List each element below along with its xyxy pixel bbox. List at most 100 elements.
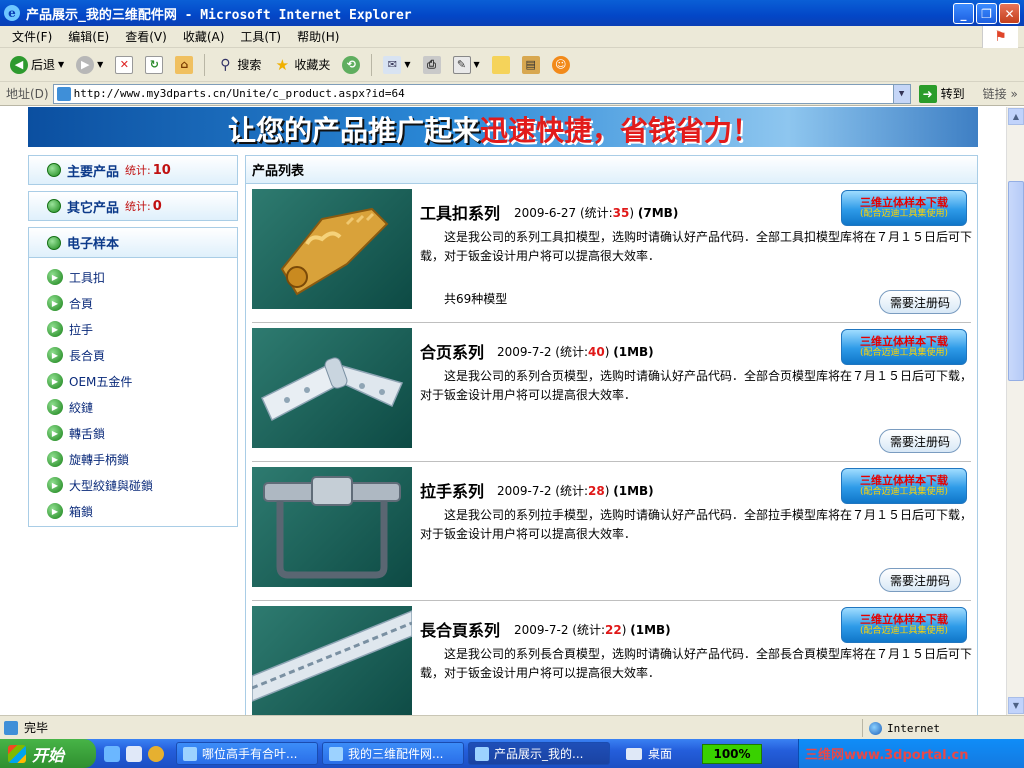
download-3d-sample-button[interactable]: 三维立体样本下载 (配合迈迪工具集使用) bbox=[841, 607, 967, 643]
close-button[interactable]: ✕ bbox=[999, 3, 1020, 24]
product-image-handle[interactable] bbox=[252, 467, 412, 587]
stop-button[interactable]: ✕ bbox=[111, 54, 137, 76]
stat-value: 0 bbox=[152, 198, 162, 214]
sample-item[interactable]: ▶ 箱鎖 bbox=[29, 498, 237, 524]
promo-banner: 让您的产品推广起来迅速快捷，省钱省力！ bbox=[28, 107, 978, 147]
product-date: 2009-7-2 bbox=[497, 484, 552, 498]
download-3d-sample-button[interactable]: 三维立体样本下载 (配合迈迪工具集使用) bbox=[841, 190, 967, 226]
sample-item[interactable]: ▶ 旋轉手柄鎖 bbox=[29, 446, 237, 472]
zoom-indicator[interactable]: 100% bbox=[702, 743, 763, 764]
product-meta: 2009-7-2 (统计:28) (1MB) bbox=[497, 482, 654, 499]
product-name[interactable]: 合页系列 bbox=[420, 339, 484, 363]
e-samples-header[interactable]: 电子样本 bbox=[29, 228, 237, 258]
scroll-up-icon[interactable]: ▲ bbox=[1008, 108, 1024, 125]
sample-item[interactable]: ▶ OEM五金件 bbox=[29, 368, 237, 394]
taskbar-item[interactable]: 我的三维配件网... bbox=[322, 742, 464, 765]
printer-icon: ⎙ bbox=[422, 55, 441, 74]
menu-tools[interactable]: 工具(T) bbox=[232, 28, 289, 45]
desktop-toolbar[interactable]: 桌面 bbox=[626, 745, 672, 762]
sample-item[interactable]: ▶ 拉手 bbox=[29, 316, 237, 342]
sample-item[interactable]: ▶ 合頁 bbox=[29, 290, 237, 316]
view-count: 35 bbox=[612, 206, 630, 220]
maximize-button[interactable]: ❐ bbox=[976, 3, 997, 24]
print-button[interactable]: ⎙ bbox=[419, 54, 445, 76]
forward-arrow-icon: ▶ bbox=[76, 55, 95, 74]
sample-item-label: 拉手 bbox=[69, 322, 94, 337]
minimize-button[interactable]: _ bbox=[953, 3, 974, 24]
sample-item[interactable]: ▶ 絞鏈 bbox=[29, 394, 237, 420]
scroll-thumb[interactable] bbox=[1008, 181, 1024, 381]
home-button[interactable]: ⌂ bbox=[171, 54, 197, 76]
address-bar: 地址(D) http://www.my3dparts.cn/Unite/c_pr… bbox=[0, 82, 1024, 106]
menu-file[interactable]: 文件(F) bbox=[4, 28, 60, 45]
vertical-scrollbar[interactable]: ▲ ▼ bbox=[1006, 107, 1024, 715]
menu-help[interactable]: 帮助(H) bbox=[289, 28, 347, 45]
stat-prefix: (统计: bbox=[579, 206, 613, 220]
go-arrow-icon: ➜ bbox=[918, 84, 937, 103]
sample-item[interactable]: ▶ 工具扣 bbox=[29, 264, 237, 290]
download-label: 三维立体样本下载 bbox=[860, 613, 948, 626]
research-button[interactable]: ▤ bbox=[518, 54, 544, 76]
go-button[interactable]: ➜ 转到 bbox=[918, 84, 965, 103]
stat-value: 10 bbox=[152, 162, 171, 178]
register-code-button[interactable]: 需要注册码 bbox=[879, 429, 961, 453]
links-button[interactable]: 链接 » bbox=[983, 85, 1018, 102]
refresh-button[interactable]: ↻ bbox=[141, 54, 167, 76]
view-count: 22 bbox=[605, 623, 622, 637]
menu-view[interactable]: 查看(V) bbox=[117, 28, 175, 45]
stat-prefix: (统计: bbox=[555, 484, 589, 498]
product-name[interactable]: 長合頁系列 bbox=[420, 617, 500, 641]
file-size: (1MB) bbox=[630, 623, 671, 637]
other-products-link[interactable]: 其它产品 统计: 0 bbox=[28, 191, 238, 221]
status-bar: 完毕 Internet bbox=[0, 715, 1024, 739]
mail-button[interactable]: ✉ ▼ bbox=[379, 54, 414, 76]
product-image-piano-hinge[interactable] bbox=[252, 606, 412, 715]
ie-quicklaunch-icon[interactable] bbox=[104, 745, 120, 762]
sample-item[interactable]: ▶ 長合頁 bbox=[29, 342, 237, 368]
product-card: 合页系列 2009-7-2 (统计:40) (1MB) 这是我公司的系列合页模型… bbox=[252, 323, 972, 462]
star-icon: ★ bbox=[275, 55, 290, 74]
start-button[interactable]: 开始 bbox=[0, 739, 96, 768]
menu-favorites[interactable]: 收藏(A) bbox=[175, 28, 233, 45]
ie-logo-icon: e bbox=[4, 5, 20, 21]
product-name[interactable]: 工具扣系列 bbox=[420, 200, 500, 224]
history-button[interactable]: ⟲ bbox=[338, 54, 364, 76]
scroll-down-icon[interactable]: ▼ bbox=[1008, 697, 1024, 714]
product-card: 拉手系列 2009-7-2 (统计:28) (1MB) 这是我公司的系列拉手模型… bbox=[252, 462, 972, 601]
e-samples-box: 电子样本 ▶ 工具扣 ▶ 合頁 ▶ 拉手 ▶ 長合頁 ▶ OEM五金件 ▶ 絞鏈 ▶ 轉舌鎖 … bbox=[28, 227, 238, 527]
download-label: 三维立体样本下载 bbox=[860, 196, 948, 209]
back-button[interactable]: ◀ 后退 ▼ bbox=[6, 54, 68, 76]
menu-edit[interactable]: 编辑(E) bbox=[60, 28, 117, 45]
download-3d-sample-button[interactable]: 三维立体样本下载 (配合迈迪工具集使用) bbox=[841, 468, 967, 504]
ie-window-icon bbox=[475, 746, 489, 761]
taskbar-item[interactable]: 哪位高手有合叶... bbox=[176, 742, 318, 765]
title-bar[interactable]: e 产品展示_我的三维配件网 - Microsoft Internet Expl… bbox=[0, 0, 1024, 26]
play-icon: ▶ bbox=[47, 373, 63, 389]
sample-item-label: 長合頁 bbox=[69, 348, 106, 363]
desktop-label: 桌面 bbox=[648, 747, 673, 761]
address-input[interactable]: http://www.my3dparts.cn/Unite/c_product.… bbox=[52, 83, 911, 104]
edit-button[interactable]: ✎ ▼ bbox=[449, 54, 484, 76]
taskbar-item-active[interactable]: 产品展示_我的... bbox=[468, 742, 610, 765]
product-image-toolbox-latch[interactable] bbox=[252, 189, 412, 309]
product-image-hinge[interactable] bbox=[252, 328, 412, 448]
product-name[interactable]: 拉手系列 bbox=[420, 478, 484, 502]
main-products-link[interactable]: 主要产品 统计: 10 bbox=[28, 155, 238, 185]
discuss-button[interactable] bbox=[488, 54, 514, 76]
download-3d-sample-button[interactable]: 三维立体样本下载 (配合迈迪工具集使用) bbox=[841, 329, 967, 365]
e-samples-label: 电子样本 bbox=[67, 237, 120, 252]
desktop-quicklaunch-icon[interactable] bbox=[126, 745, 142, 762]
taskbar-item-label: 产品展示_我的... bbox=[494, 747, 584, 761]
sample-item[interactable]: ▶ 轉舌鎖 bbox=[29, 420, 237, 446]
sample-item[interactable]: ▶ 大型絞鏈與碰鎖 bbox=[29, 472, 237, 498]
forward-button[interactable]: ▶ ▼ bbox=[72, 54, 107, 76]
register-code-button[interactable]: 需要注册码 bbox=[879, 568, 961, 592]
search-button[interactable]: ⚲ 搜索 bbox=[212, 54, 265, 76]
view-count: 40 bbox=[588, 345, 605, 359]
messenger-button[interactable]: ☺ bbox=[548, 54, 574, 76]
chrome-quicklaunch-icon[interactable] bbox=[148, 745, 164, 762]
favorites-button[interactable]: ★ 收藏夹 bbox=[269, 54, 334, 76]
edit-page-icon: ✎ bbox=[452, 55, 471, 74]
register-code-button[interactable]: 需要注册码 bbox=[879, 290, 961, 314]
chevron-down-icon[interactable]: ▼ bbox=[892, 84, 910, 103]
